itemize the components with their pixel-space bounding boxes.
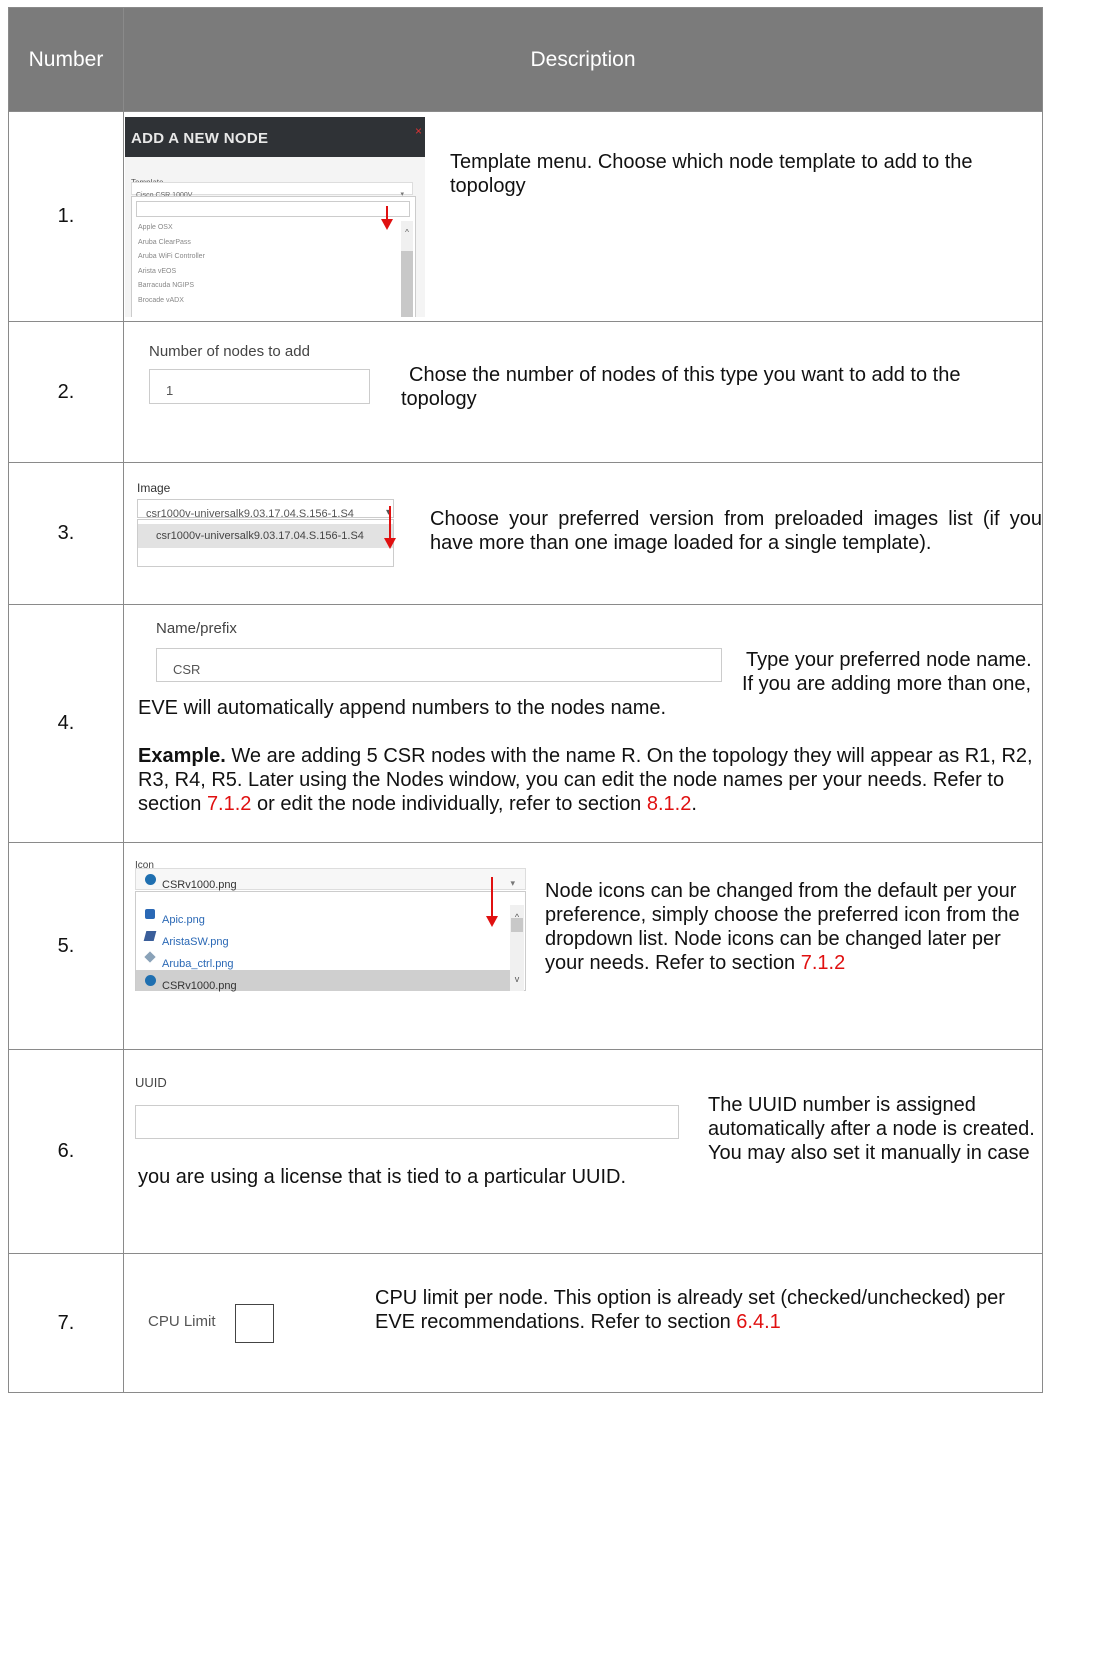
section-link[interactable]: 8.1.2 [647, 793, 691, 815]
nodes-count-label: Number of nodes to add [149, 343, 310, 360]
nodes-count-input[interactable]: 1 [149, 369, 370, 404]
template-option-list: Apple OSX Aruba ClearPass Aruba WiFi Con… [138, 221, 205, 308]
row-7-desc: CPU Limit CPU limit per node. This optio… [123, 1253, 1043, 1393]
float-spacer [138, 1093, 708, 1165]
template-option[interactable]: Aruba ClearPass [138, 236, 205, 251]
example-text-mid: or edit the node individually, refer to … [256, 793, 642, 815]
csr-icon [145, 975, 156, 986]
float-spacer [138, 648, 742, 696]
row-text: Choose your preferred version from prelo… [430, 508, 1042, 554]
close-icon[interactable]: × [415, 119, 422, 143]
template-option[interactable]: Arista vEOS [138, 265, 205, 280]
row-1-desc: ADD A NEW NODE × Template Cisco CSR 1000… [123, 111, 1043, 322]
row-number: 4. [8, 604, 124, 843]
row-6-desc: UUID The UUID number is assigned automat… [123, 1049, 1043, 1254]
add-node-dialog: ADD A NEW NODE × Template Cisco CSR 1000… [125, 117, 425, 317]
aristasw-icon [143, 931, 157, 941]
red-arrow-icon [384, 506, 396, 549]
nodes-count-value: 1 [166, 383, 174, 398]
section-link[interactable]: 7.1.2 [207, 793, 251, 815]
template-option[interactable]: Barracuda NGIPS [138, 279, 205, 294]
example-label: Example. [138, 745, 226, 767]
icon-select[interactable]: CSRv1000.png ▾ [135, 868, 526, 891]
row-text: Node icons can be changed from the defau… [545, 879, 1043, 975]
dialog-title: ADD A NEW NODE [131, 130, 269, 147]
row-text-body: CPU limit per node. This option is alrea… [375, 1287, 1005, 1333]
template-select[interactable]: Cisco CSR 1000V ▾ [131, 182, 413, 199]
row-2-desc: Number of nodes to add 1 Chose the numbe… [123, 321, 1043, 463]
uuid-label: UUID [135, 1075, 167, 1090]
icon-dropdown: Apic.png AristaSW.png Aruba_ctrl.png CSR… [135, 891, 526, 992]
template-option[interactable]: Aruba WiFi Controller [138, 250, 205, 265]
image-select[interactable]: csr1000v-universalk9.03.17.04.S.156-1.S4… [137, 499, 394, 520]
row-text: Template menu. Choose which node templat… [450, 151, 973, 197]
icon-option[interactable]: AristaSW.png [136, 927, 511, 948]
example-paragraph: Example. We are adding 5 CSR nodes with … [138, 744, 1043, 816]
row-number: 1. [8, 111, 124, 322]
section-link[interactable]: 7.1.2 [801, 952, 845, 974]
row-4-desc: Name/prefix CSR Type your preferred node… [123, 604, 1043, 843]
icon-option[interactable]: Aruba_ctrl.png [136, 949, 511, 970]
row-text: Type your preferred node name. If you ar… [138, 648, 1043, 816]
template-option[interactable]: Apple OSX [138, 221, 205, 236]
template-option[interactable]: Brocade vADX [138, 294, 205, 309]
name-prefix-label: Name/prefix [156, 620, 237, 637]
cpu-limit-label: CPU Limit [148, 1313, 216, 1330]
scrollbar[interactable]: ^ v [510, 905, 524, 991]
row-number: 5. [8, 842, 124, 1050]
row-3-desc: Image csr1000v-universalk9.03.17.04.S.15… [123, 462, 1043, 605]
template-dropdown: Apple OSX Aruba ClearPass Aruba WiFi Con… [131, 196, 416, 317]
row-text: Chose the number of nodes of this type y… [401, 364, 961, 410]
options-table: Number Description 1. ADD A NEW NODE × T… [8, 7, 1043, 1393]
aruba-icon [144, 951, 156, 963]
image-dropdown: csr1000v-universalk9.03.17.04.S.156-1.S4 [137, 519, 394, 567]
red-arrow-icon [486, 877, 498, 927]
section-link[interactable]: 6.4.1 [736, 1311, 780, 1333]
scroll-down-icon[interactable]: v [510, 967, 524, 991]
scrollbar[interactable]: ^ [401, 221, 413, 317]
dialog-header: ADD A NEW NODE × [125, 117, 425, 157]
apic-icon [145, 909, 155, 919]
image-label: Image [137, 481, 171, 495]
scroll-thumb[interactable] [511, 918, 523, 932]
csr-icon [145, 874, 156, 885]
icon-option[interactable]: Apic.png [136, 905, 511, 926]
row-text-body: Node icons can be changed from the defau… [545, 880, 1020, 974]
icon-option-selected[interactable]: CSRv1000.png [136, 970, 511, 992]
row-number: 3. [8, 462, 124, 605]
header-description: Description [123, 7, 1043, 112]
example-end: . [691, 793, 697, 815]
row-text: The UUID number is assigned automaticall… [138, 1093, 1043, 1189]
header-number: Number [8, 7, 124, 112]
row-number: 6. [8, 1049, 124, 1254]
cpu-limit-checkbox[interactable] [235, 1304, 274, 1343]
row-text: CPU limit per node. This option is alrea… [375, 1286, 1043, 1334]
image-option[interactable]: csr1000v-universalk9.03.17.04.S.156-1.S4 [138, 524, 393, 548]
red-arrow-icon [381, 206, 393, 230]
scroll-up-icon[interactable]: ^ [401, 221, 413, 245]
template-search-input[interactable] [136, 201, 410, 217]
row-number: 7. [8, 1253, 124, 1393]
scroll-thumb[interactable] [401, 251, 413, 317]
row-5-desc: Icon CSRv1000.png ▾ Apic.png AristaSW.pn… [123, 842, 1043, 1050]
row-number: 2. [8, 321, 124, 463]
